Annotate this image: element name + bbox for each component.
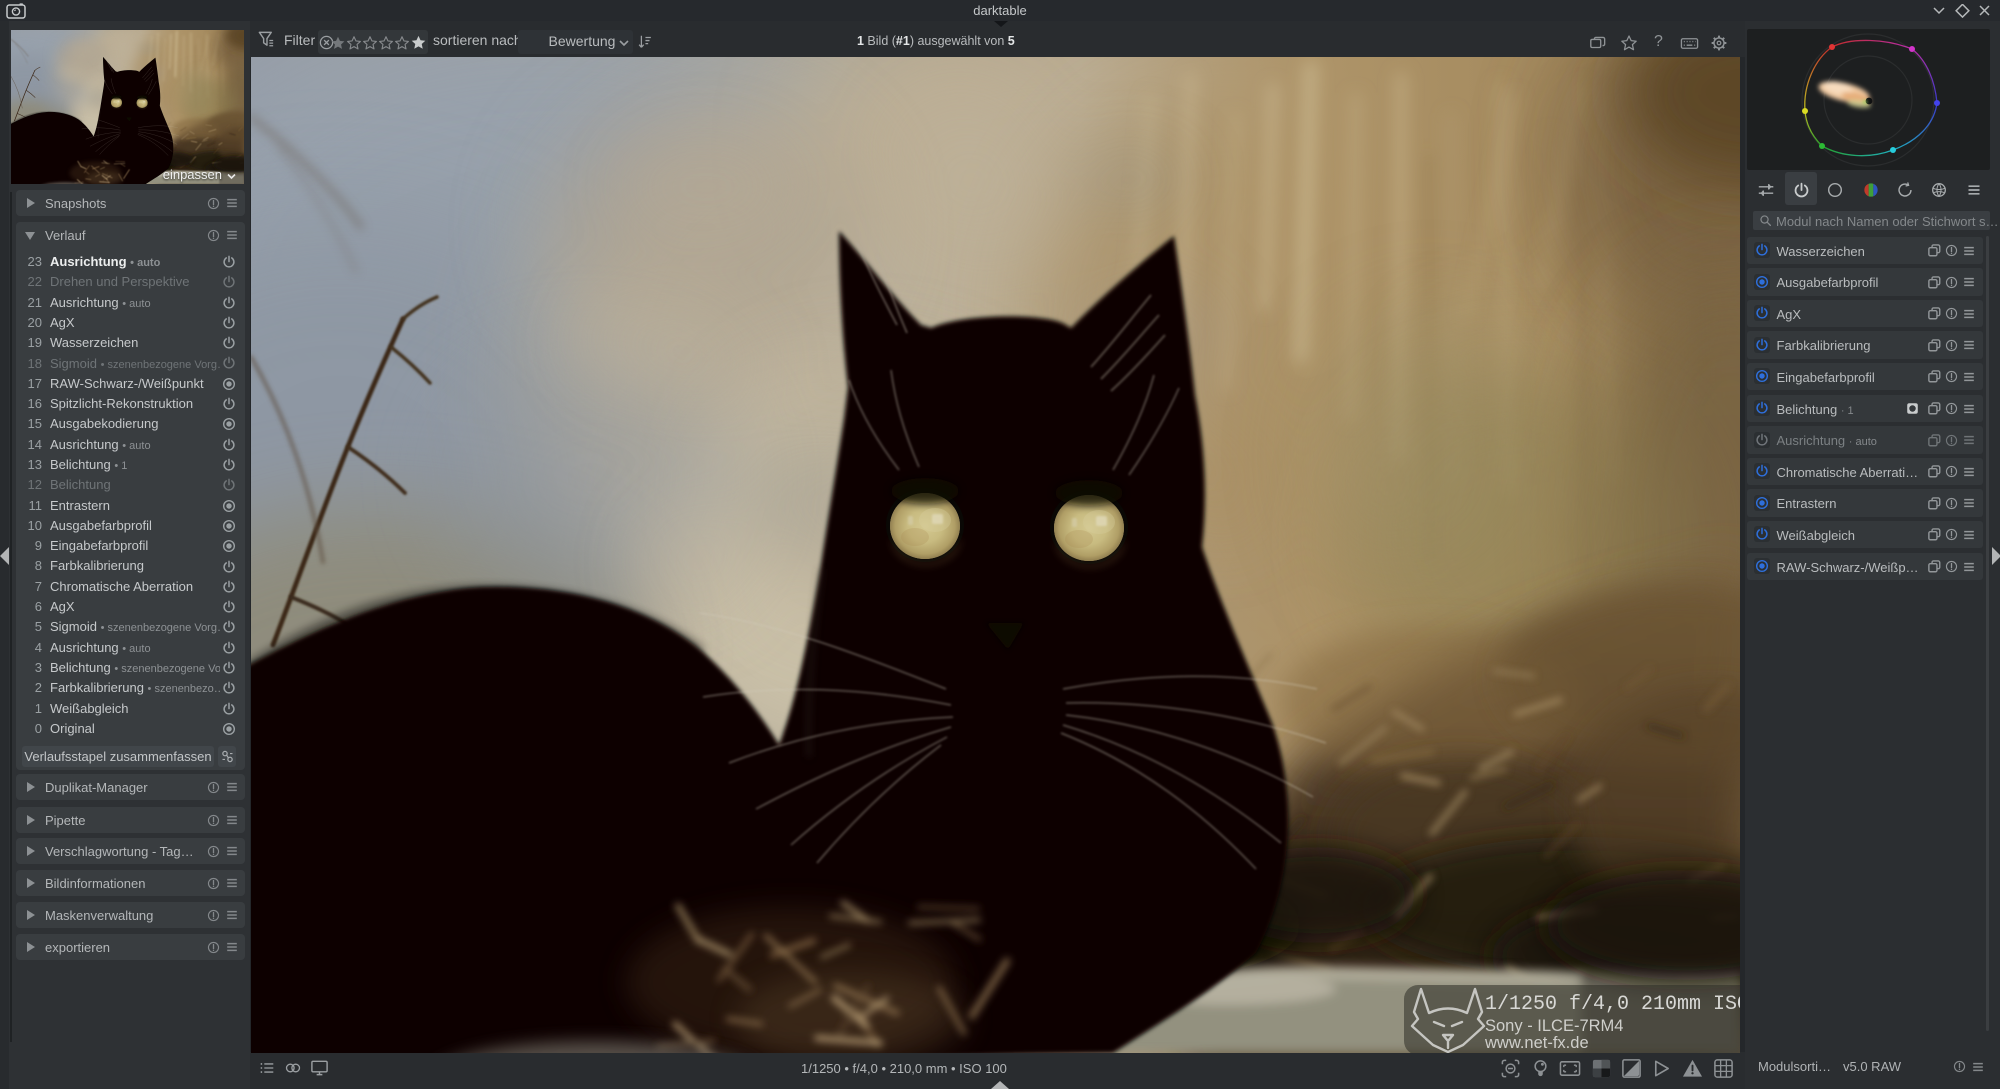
svg-text:Sony - ILCE-7RM4: Sony - ILCE-7RM4 bbox=[1485, 1017, 1623, 1035]
svg-text:1/1250 f/4,0 210mm ISO 10: 1/1250 f/4,0 210mm ISO 10 bbox=[1485, 993, 1740, 1016]
svg-text:www.net-fx.de: www.net-fx.de bbox=[1484, 1034, 1589, 1052]
